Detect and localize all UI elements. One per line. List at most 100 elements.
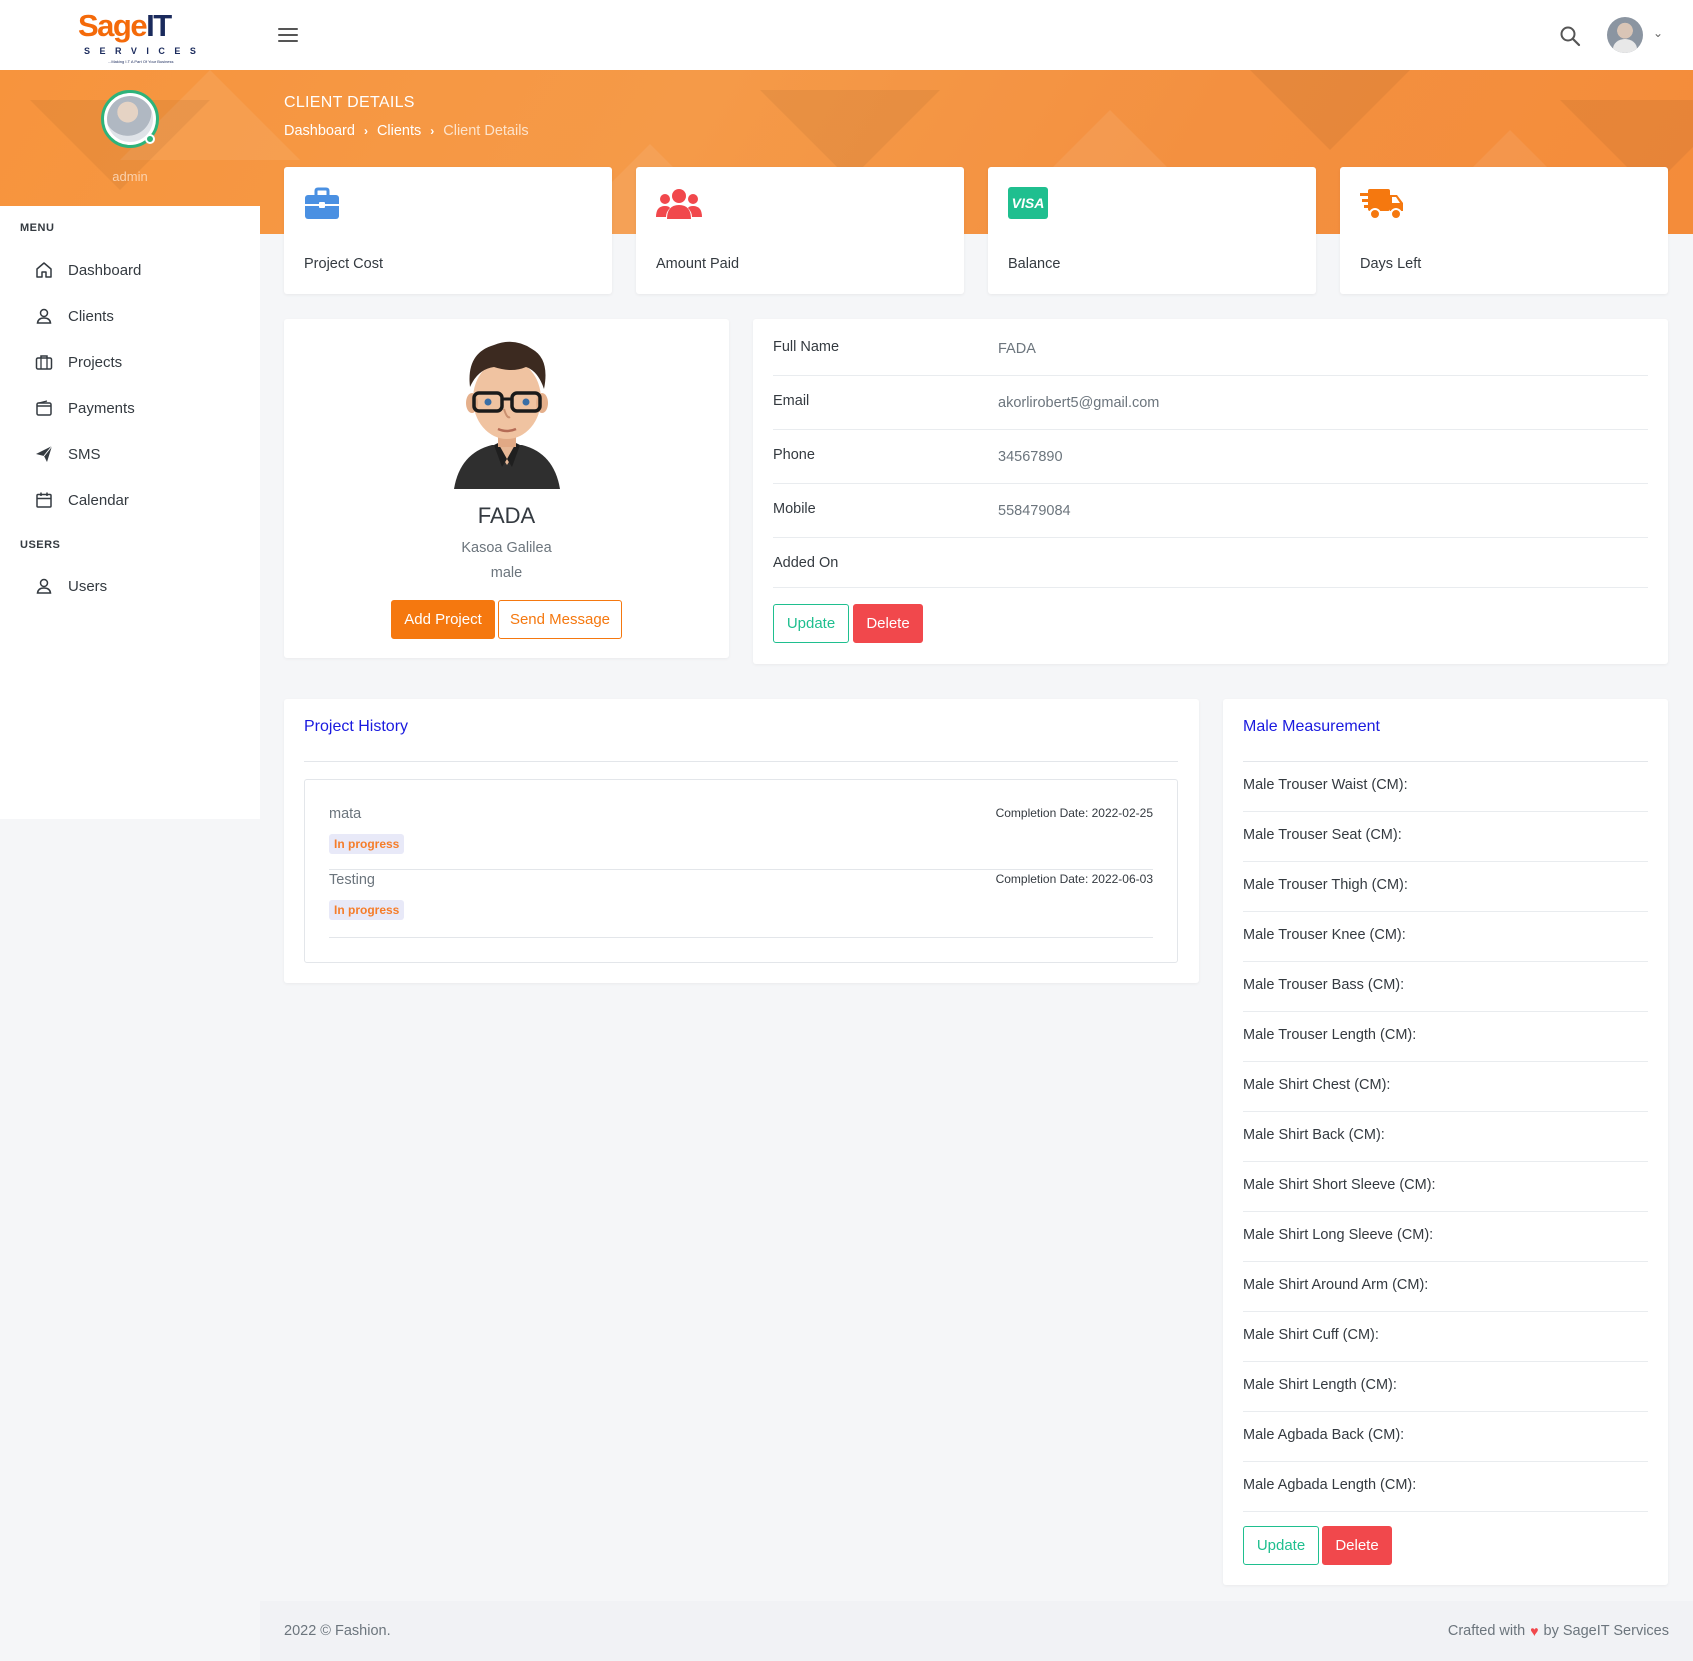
paper-plane-icon [34,444,54,464]
home-icon [34,260,54,280]
client-gender: male [490,565,523,581]
measurement-row: Male Trouser Waist (CM): [1243,762,1648,812]
completion-date: Completion Date: 2022-06-03 [995,872,1153,886]
send-message-button[interactable]: Send Message [498,600,622,639]
measurement-row: Male Shirt Short Sleeve (CM): [1243,1162,1648,1212]
user-avatar[interactable] [1607,17,1643,53]
search-icon[interactable] [1558,24,1582,48]
detail-key: Added On [773,555,839,571]
detail-row-mobile: Mobile 558479084 [773,484,1648,538]
measurement-row: Male Trouser Knee (CM): [1243,912,1648,962]
sidebar-item-calendar[interactable]: Calendar [34,489,129,511]
stat-card-balance: VISA Balance [988,167,1316,294]
brand-logo[interactable]: SageIT SERVICES ...Making I.T A Part Of … [78,8,196,64]
heart-icon: ♥ [1530,1623,1539,1639]
detail-value: akorlirobert5@gmail.com [998,395,1160,411]
measurement-label: Male Trouser Seat (CM): [1243,827,1402,843]
sidebar-item-label: Clients [68,307,114,325]
measurement-label: Male Shirt Cuff (CM): [1243,1327,1379,1343]
measurement-title: Male Measurement [1243,718,1380,735]
measurement-row: Male Trouser Thigh (CM): [1243,862,1648,912]
detail-key: Email [773,393,810,409]
measurement-label: Male Shirt Long Sleeve (CM): [1243,1227,1434,1243]
measurement-label: Male Agbada Length (CM): [1243,1477,1417,1493]
measurement-label: Male Shirt Back (CM): [1243,1127,1385,1143]
sidebar-item-dashboard[interactable]: Dashboard [34,259,141,281]
measurement-label: Male Shirt Around Arm (CM): [1243,1277,1429,1293]
stat-label: Days Left [1360,256,1422,272]
detail-value: 558479084 [998,503,1071,519]
menu-section-title: MENU [20,222,55,234]
sidebar-item-sms[interactable]: SMS [34,443,101,465]
sidebar-item-label: Users [68,577,108,595]
status-badge: In progress [329,834,405,854]
stat-label: Amount Paid [656,256,740,272]
footer-copyright: 2022 © Fashion. [284,1623,391,1639]
sidebar-item-clients[interactable]: Clients [34,305,114,327]
stat-card-project-cost: Project Cost [284,167,612,294]
sidebar-username: admin [112,169,148,184]
users-section-title: USERS [20,539,61,551]
sidebar-item-label: Dashboard [68,261,142,279]
breadcrumb: Dashboard › Clients › Client Details [284,123,529,139]
list-item[interactable]: Testing Completion Date: 2022-06-03 In p… [329,870,1153,938]
measurement-row: Male Shirt Cuff (CM): [1243,1312,1648,1362]
sidebar-item-label: SMS [68,445,101,463]
detail-key: Mobile [773,501,816,517]
delete-measurement-button[interactable]: Delete [1322,1526,1392,1565]
measurement-label: Male Shirt Length (CM): [1243,1377,1397,1393]
shipping-truck-icon [1360,187,1403,223]
measurement-row: Male Shirt Chest (CM): [1243,1062,1648,1112]
footer-credit-suffix: by SageIT Services [1543,1623,1669,1639]
chevron-right-icon: › [430,124,435,138]
measurement-label: Male Trouser Thigh (CM): [1243,877,1408,893]
user-icon [34,306,54,326]
measurement-row: Male Shirt Back (CM): [1243,1112,1648,1162]
calendar-icon [34,490,54,510]
detail-row-added-on: Added On [773,538,1648,588]
update-measurement-button[interactable]: Update [1243,1526,1319,1565]
detail-value: 34567890 [998,449,1063,465]
sidebar-item-label: Payments [68,399,135,417]
sidebar: MENU Dashboard Clients Projects Payments… [0,206,260,819]
wallet-icon [34,398,54,418]
divider [304,761,1178,762]
add-project-button[interactable]: Add Project [391,600,495,639]
visa-card-icon: VISA [1008,187,1048,223]
status-badge: In progress [329,900,405,920]
sidebar-item-projects[interactable]: Projects [34,351,122,373]
breadcrumb-dashboard[interactable]: Dashboard [284,123,355,139]
delete-client-button[interactable]: Delete [853,604,923,643]
svg-text:VISA: VISA [1012,195,1045,211]
footer: 2022 © Fashion. Crafted with ♥ by SageIT… [260,1601,1693,1661]
chevron-down-icon[interactable]: ⌄ [1653,26,1663,40]
sidebar-item-label: Calendar [68,491,129,509]
sidebar-item-payments[interactable]: Payments [34,397,135,419]
client-avatar [454,337,560,489]
measurement-row: Male Agbada Length (CM): [1243,1462,1648,1512]
detail-value: FADA [998,341,1036,357]
list-item[interactable]: mata Completion Date: 2022-02-25 In prog… [329,800,1153,870]
briefcase-icon [304,187,344,223]
stat-card-amount-paid: Amount Paid [636,167,964,294]
detail-row-email: Email akorlirobert5@gmail.com [773,376,1648,430]
detail-key: Phone [773,447,815,463]
measurement-label: Male Trouser Length (CM): [1243,1027,1417,1043]
project-name: Testing [329,872,375,888]
measurement-label: Male Agbada Back (CM): [1243,1427,1405,1443]
sidebar-item-users[interactable]: Users [34,575,107,597]
client-location: Kasoa Galilea [461,540,552,556]
measurement-label: Male Trouser Knee (CM): [1243,927,1406,943]
update-client-button[interactable]: Update [773,604,849,643]
briefcase-icon [34,352,54,372]
breadcrumb-current: Client Details [443,123,529,139]
measurement-row: Male Trouser Bass (CM): [1243,962,1648,1012]
breadcrumb-clients[interactable]: Clients [377,123,421,139]
detail-row-phone: Phone 34567890 [773,430,1648,484]
measurement-row: Male Agbada Back (CM): [1243,1412,1648,1462]
menu-toggle-icon[interactable] [278,28,298,44]
sidebar-item-label: Projects [68,353,123,371]
measurement-label: Male Shirt Chest (CM): [1243,1077,1391,1093]
stat-label: Balance [1008,256,1061,272]
online-status-dot [145,134,155,144]
